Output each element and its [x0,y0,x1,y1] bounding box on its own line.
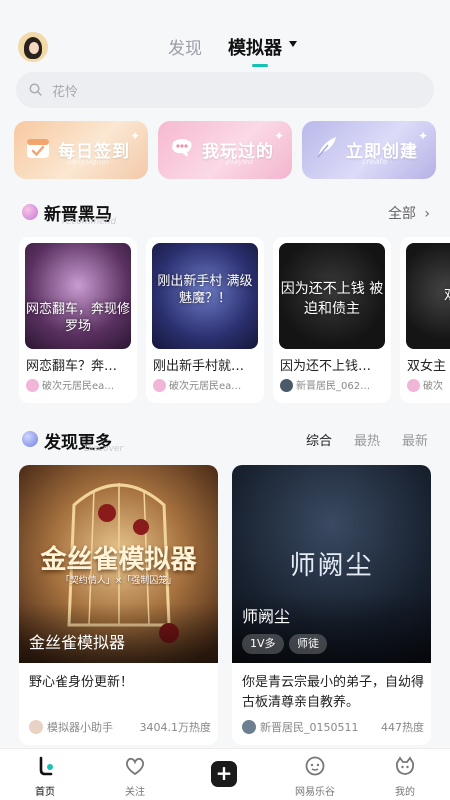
nav-legu-label: 网易乐谷 [295,787,335,798]
daily-signin-button[interactable]: 每日签到 dailysignin ✦ [14,121,148,179]
section-ghost-text: Discover [84,444,124,454]
author-avatar [407,379,420,392]
story-cover-text: 因为还不上钱 被迫和债主 [280,281,384,317]
tag-pill: 师徒 [289,634,327,654]
daily-signin-sublabel: dailysignin [66,157,109,166]
quill-icon [317,137,336,158]
user-avatar[interactable] [18,32,48,62]
nav-legu[interactable]: 网易乐谷 [280,755,350,798]
story-cover-text: 双 [444,287,450,304]
feed-author: 模拟器小助手 [47,721,113,734]
story-author: 破次 [407,377,450,392]
profile-icon [396,756,414,775]
tag-pill: 1V多 [242,634,284,654]
view-all-link[interactable]: 全部 › [388,203,430,223]
author-avatar [29,720,43,734]
feed-heat: 3404.1万热度 [139,721,212,734]
feed-meta: 新晋居民_0150511 447热度 [242,719,424,735]
sparkle-icon: ✦ [273,129,284,143]
home-icon [39,756,53,776]
chat-bubble-icon [172,139,192,157]
cover-art-title: 师阙尘 [289,551,374,581]
played-button[interactable]: 我玩过的 played ✦ [158,121,292,179]
nav-me[interactable]: 我的 [370,755,440,798]
story-author: 新晋居民_062… [280,377,388,392]
heart-icon [126,757,144,776]
sparkle-icon: ✦ [417,129,428,143]
search-bar[interactable]: 花怜 [16,72,434,108]
author-avatar [26,379,39,392]
nav-follow-label: 关注 [125,787,145,798]
chevron-right-icon: › [424,206,430,222]
plus-icon: + [215,761,233,785]
tab-simulator[interactable]: 模拟器 [228,34,282,60]
story-card[interactable]: 因为还不上钱 被迫和债主 因为还不上钱… 新晋居民_062… [273,237,391,403]
feed-card[interactable]: 金丝雀模拟器 「契约情人」×「强制囚笼」 金丝雀模拟器 野心雀身份更新！ 模拟器… [19,465,218,745]
story-cover: 因为还不上钱 被迫和债主 [279,243,385,349]
feed-meta: 模拟器小助手 3404.1万热度 [29,719,211,735]
search-placeholder: 花怜 [52,85,79,100]
story-title: 网恋翻车？奔… [26,359,118,374]
sort-hottest[interactable]: 最热 [354,430,380,449]
story-card[interactable]: 网恋翻车，奔现修罗场 网恋翻车？奔… 破次元居民ea… [19,237,137,403]
author-avatar [242,720,256,734]
story-title: 刚出新手村就… [153,359,245,374]
story-cover: 刚出新手村 满级魅魔？！ [152,243,258,349]
author-avatar [280,379,293,392]
story-title: 因为还不上钱… [280,359,372,374]
view-all-label: 全部 [387,206,416,222]
nav-home-label: 首页 [35,787,55,798]
create-sublabel: create [362,157,388,166]
nav-me-label: 我的 [395,787,415,798]
face-icon [305,756,325,776]
tab-discover[interactable]: 发现 [168,34,202,59]
sparkle-icon: ✦ [129,129,140,143]
feed-cover-title: 师阙尘 [242,607,291,626]
create-plus-button[interactable]: + [211,761,237,787]
story-cover-text: 网恋翻车，奔现修罗场 [25,302,130,334]
story-card[interactable]: 刚出新手村 满级魅魔？！ 刚出新手村就… 破次元居民ea… [146,237,264,403]
story-author: 破次元居民ea… [26,377,134,392]
story-title: 双女主 [407,359,447,374]
sort-comprehensive[interactable]: 综合 [306,430,332,449]
story-cover: 双 [406,243,450,349]
feed-heat: 447热度 [381,721,424,734]
feed-description: 野心雀身份更新！ [29,675,134,690]
story-author: 破次元居民ea… [153,377,261,392]
feed-card[interactable]: 师阙尘 师阙尘 你是青云宗最小的弟子，自幼得古板清尊亲自教养。 新晋居民_015… [232,465,431,745]
search-icon [29,83,42,96]
feed-description: 你是青云宗最小的弟子，自幼得古板清尊亲自教养。 [242,675,425,710]
nav-follow[interactable]: 关注 [100,755,170,798]
top-bar: 发现 模拟器 [0,26,450,67]
section-badge-icon [22,204,38,220]
played-sublabel: played [226,157,253,166]
cover-art-tagline: 「契约情人」×「强制囚笼」 [60,576,177,586]
story-cover-text: 刚出新手村 满级魅魔？！ [157,274,253,306]
sort-newest[interactable]: 最新 [402,430,428,449]
bottom-nav: 首页 关注 + 网易乐谷 我的 [0,748,450,800]
calendar-check-icon [27,139,49,158]
nav-home[interactable]: 首页 [10,755,80,798]
story-cover: 网恋翻车，奔现修罗场 [25,243,131,349]
create-button[interactable]: 立即创建 create ✦ [302,121,436,179]
active-tab-indicator [252,64,268,67]
feed-cover-title: 金丝雀模拟器 [29,633,126,652]
app-screen: 发现 模拟器 花怜 每日签到 dailysignin ✦ 我玩过的 played… [0,0,450,800]
feed-cover: 金丝雀模拟器 「契约情人」×「强制囚笼」 金丝雀模拟器 [19,465,218,663]
feed-author: 新晋居民_0150511 [260,721,359,734]
story-card[interactable]: 双 双女主 破次 [400,237,450,403]
section-ghost-text: recommend [62,217,117,227]
cover-art-title: 金丝雀模拟器 [40,545,197,575]
section-badge-icon [22,431,38,447]
chevron-down-icon[interactable] [289,41,297,47]
author-avatar [153,379,166,392]
